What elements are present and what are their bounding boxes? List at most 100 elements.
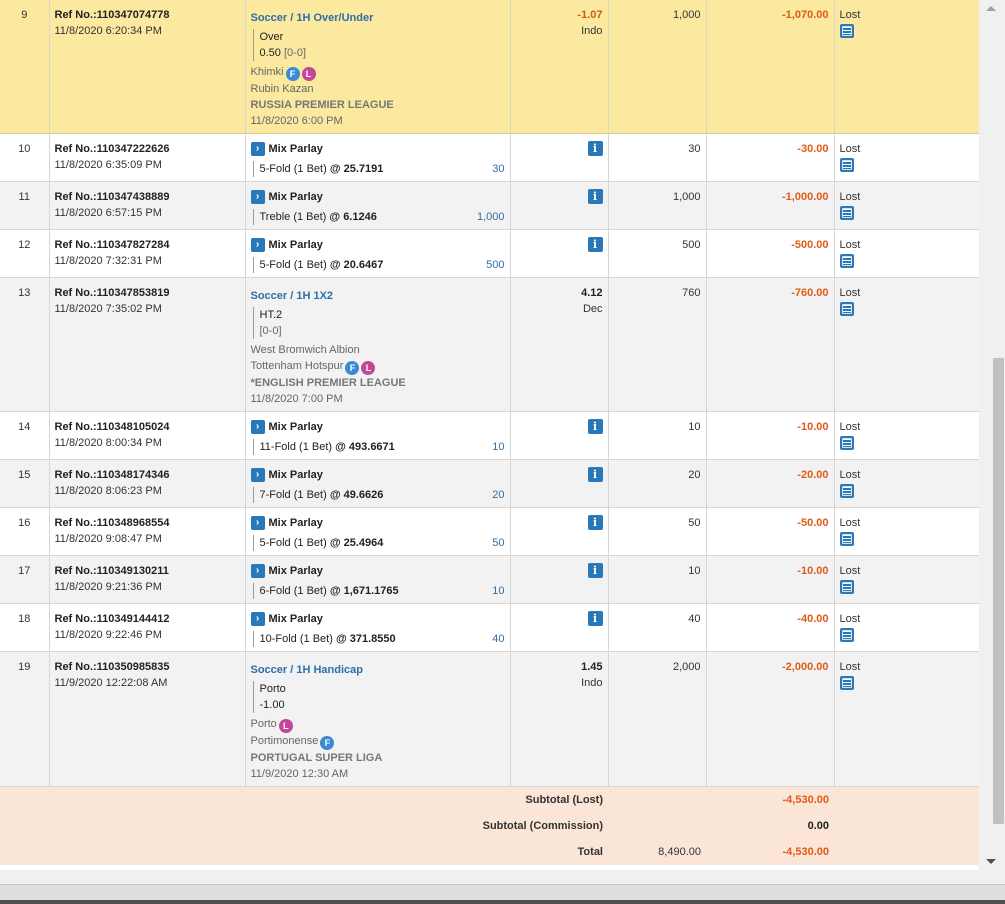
expand-parlay-chevron-right-icon[interactable]: › — [250, 420, 265, 434]
receipt-icon[interactable] — [839, 206, 854, 220]
bet-status: Lost — [839, 469, 861, 481]
stake-amount: 500 — [682, 239, 701, 251]
bet-row: 16 Ref No.:110348968554 11/8/2020 9:08:47 … — [0, 507, 979, 556]
odds-type: Indo — [581, 25, 603, 37]
total-row: Total 8,490.00 -4,530.00 — [0, 839, 979, 865]
home-team-name: Porto — [250, 718, 277, 730]
vertical-scrollbar[interactable] — [979, 0, 1005, 870]
parlay-fold: 5-Fold (1 Bet) @ 25.4964 — [252, 535, 384, 551]
receipt-icon[interactable] — [839, 158, 854, 172]
info-icon[interactable]: i — [587, 419, 603, 434]
parlay-fold-type: 5-Fold (1 Bet) — [259, 537, 327, 549]
selection-line: 0.50 [0-0] — [260, 45, 505, 61]
winloss-amount: -30.00 — [797, 143, 829, 155]
parlay-header: › Mix Parlay — [250, 141, 505, 157]
selection-cell: Soccer / 1H 1X2 HT.2 [0-0] West Bromwich Al… — [245, 277, 511, 412]
odds-cell: 4.12 Dec — [510, 277, 609, 412]
expand-parlay-chevron-right-icon[interactable]: › — [250, 612, 265, 626]
scrollbar-thumb[interactable] — [993, 358, 1004, 824]
parlay-stake: 10 — [492, 585, 505, 597]
score-at-bet: [0-0] — [283, 47, 306, 59]
bet-list-viewport: 9 Ref No.:110347074778 11/8/2020 6:20:34 P… — [0, 0, 979, 870]
ref-number: Ref No.:110349130211 — [54, 565, 169, 577]
row-number: 18 — [18, 613, 31, 625]
sport-market-link[interactable]: Soccer / 1H Over/Under — [251, 10, 374, 26]
receipt-icon[interactable] — [839, 254, 854, 268]
bet-row: 10 Ref No.:110347222626 11/8/2020 6:35:09 … — [0, 133, 979, 182]
ref-number: Ref No.:110350985835 — [54, 661, 170, 673]
stake-cell: 20 — [608, 459, 707, 508]
winloss-amount: -10.00 — [797, 565, 829, 577]
selection-cell: › Mix Parlay 11-Fold (1 Bet) @ 493.6671 10 — [245, 411, 511, 460]
odds-cell: i — [510, 181, 609, 230]
selection-cell: › Mix Parlay 5-Fold (1 Bet) @ 20.6467 500 — [245, 229, 511, 278]
ref-number: Ref No.:110347438889 — [54, 191, 170, 203]
expand-parlay-chevron-right-icon[interactable]: › — [250, 190, 265, 204]
live-badge-icon: L — [278, 719, 293, 733]
info-icon[interactable]: i — [587, 611, 603, 626]
bet-datetime: 11/9/2020 12:22:08 AM — [54, 677, 168, 689]
receipt-icon[interactable] — [839, 628, 854, 642]
parlay-header: › Mix Parlay — [250, 515, 505, 531]
receipt-icon[interactable] — [839, 24, 854, 38]
selection-cell: › Mix Parlay Treble (1 Bet) @ 6.1246 1,000 — [245, 181, 511, 230]
row-number: 12 — [18, 239, 31, 251]
ref-cell: Ref No.:110347222626 11/8/2020 6:35:09 PM — [49, 133, 246, 182]
sport-market-link[interactable]: Soccer / 1H Handicap — [251, 662, 364, 678]
bet-datetime: 11/8/2020 7:32:31 PM — [54, 255, 162, 267]
expand-parlay-chevron-right-icon[interactable]: › — [250, 238, 265, 252]
status-cell: Lost — [834, 555, 979, 604]
receipt-icon[interactable] — [839, 532, 854, 546]
bet-row: 15 Ref No.:110348174346 11/8/2020 8:06:23 … — [0, 459, 979, 508]
parlay-odds: @ 371.8550 — [335, 633, 396, 645]
stake-cell: 1,000 — [608, 181, 707, 230]
receipt-icon[interactable] — [839, 580, 854, 594]
stake-cell: 760 — [608, 277, 707, 412]
receipt-icon[interactable] — [839, 484, 854, 498]
scroll-down-arrow-icon[interactable] — [986, 859, 996, 864]
info-icon[interactable]: i — [587, 237, 603, 252]
scroll-up-arrow-icon[interactable] — [986, 6, 996, 11]
info-icon[interactable]: i — [587, 563, 603, 578]
winloss-cell: -2,000.00 — [706, 651, 835, 787]
bet-datetime: 11/8/2020 7:35:02 PM — [54, 303, 162, 315]
info-icon[interactable]: i — [587, 515, 603, 530]
subtotal-commission-value: 0.00 — [706, 813, 834, 839]
bet-datetime: 11/8/2020 6:35:09 PM — [54, 159, 162, 171]
stake-cell: 10 — [608, 555, 707, 604]
favourite-badge-icon: F — [345, 361, 360, 375]
receipt-icon[interactable] — [839, 676, 854, 690]
bet-row: 19 Ref No.:110350985835 11/9/2020 12:22:08… — [0, 651, 979, 787]
home-team-name: West Bromwich Albion — [250, 344, 360, 356]
row-number-cell: 9 — [0, 0, 50, 134]
bet-status: Lost — [839, 421, 861, 433]
horizontal-scrollbar[interactable] — [0, 884, 1005, 904]
info-icon[interactable]: i — [587, 189, 603, 204]
home-team-name: Khimki — [250, 66, 284, 78]
winloss-amount: -2,000.00 — [782, 661, 829, 673]
parlay-odds: @ 493.6671 — [335, 441, 395, 453]
odds-cell: i — [510, 133, 609, 182]
sport-market-link[interactable]: Soccer / 1H 1X2 — [251, 288, 334, 304]
row-number-cell: 13 — [0, 277, 50, 412]
info-icon[interactable]: i — [587, 467, 603, 482]
receipt-icon[interactable] — [839, 302, 854, 316]
stake-cell: 10 — [608, 411, 707, 460]
expand-parlay-chevron-right-icon[interactable]: › — [250, 564, 265, 578]
odds-type: Dec — [582, 303, 603, 315]
expand-parlay-chevron-right-icon[interactable]: › — [250, 516, 265, 530]
selection-block: Over 0.50 [0-0] — [252, 29, 505, 61]
parlay-odds: @ 25.4964 — [329, 537, 384, 549]
parlay-fold: 6-Fold (1 Bet) @ 1,671.1765 — [252, 583, 399, 599]
parlay-title: Mix Parlay — [268, 239, 323, 251]
parlay-header: › Mix Parlay — [250, 189, 505, 205]
info-icon[interactable]: i — [587, 141, 603, 156]
ref-number: Ref No.:110347853819 — [54, 287, 170, 299]
parlay-fold-type: 11-Fold (1 Bet) — [259, 441, 333, 453]
parlay-header: › Mix Parlay — [250, 611, 505, 627]
selection-name: Over — [259, 31, 284, 43]
receipt-icon[interactable] — [839, 436, 854, 450]
expand-parlay-chevron-right-icon[interactable]: › — [250, 142, 265, 156]
parlay-stake: 50 — [492, 537, 505, 549]
expand-parlay-chevron-right-icon[interactable]: › — [250, 468, 265, 482]
